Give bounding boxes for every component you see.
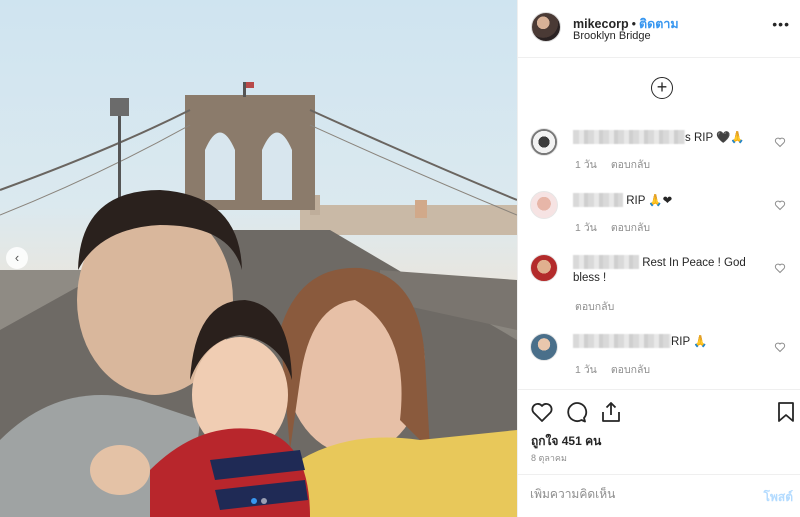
post-date: 8 ตุลาคม [531,453,567,463]
redacted-username [573,130,685,144]
comment-text: Rest In Peace ! God bless ! [573,255,768,286]
post-comment-button[interactable]: โพสต์ [764,488,793,507]
author-avatar[interactable] [531,12,561,42]
comment-text: RIP 🙏 [573,334,768,350]
like-comment-heart-icon[interactable] [774,199,786,211]
redacted-username [573,193,623,207]
like-comment-heart-icon[interactable] [774,262,786,274]
follow-button[interactable]: ติดตาม [639,17,679,31]
comment-meta: 1 วัน ตอบกลับ [575,156,664,173]
heart-icon[interactable] [530,400,554,424]
post-actions: ถูกใจ 451 คน 8 ตุลาคม [518,389,800,469]
carousel-dots [251,498,267,504]
comment-icon[interactable] [564,400,588,424]
like-comment-heart-icon[interactable] [774,341,786,353]
post-side-panel: mikecorp • ติดตาม Brooklyn Bridge ••• + s … [517,0,800,517]
post-photo: ‹ [0,0,517,517]
comment-time[interactable]: 1 วัน [575,159,597,171]
comment-body: RIP 🙏❤ [623,195,673,207]
carousel-prev-button[interactable]: ‹ [6,247,28,269]
like-comment-heart-icon[interactable] [774,136,786,148]
comment-text: s RIP 🖤🙏 [573,130,768,146]
share-icon[interactable] [599,400,623,424]
bookmark-icon[interactable] [774,400,798,424]
commenter-avatar[interactable] [530,333,558,361]
brooklyn-bridge-selfie-photo [0,82,517,517]
carousel-dot-2 [261,498,267,504]
load-more-comments-button[interactable]: + [651,77,673,99]
commenter-avatar[interactable] [530,128,558,156]
add-comment-bar: โพสต์ [518,474,800,517]
redacted-username [573,334,671,348]
author-username[interactable]: mikecorp [573,17,629,31]
comment-meta: 1 วัน ตอบกลับ [575,219,664,236]
reply-button[interactable]: ตอบกลับ [611,364,650,376]
commenter-avatar[interactable] [530,254,558,282]
separator-dot: • [631,17,636,31]
more-horizontal-icon[interactable]: ••• [772,16,790,32]
post-header: mikecorp • ติดตาม Brooklyn Bridge ••• [518,0,800,58]
comment-time[interactable]: 1 วัน [575,222,597,234]
post-location[interactable]: Brooklyn Bridge [573,30,651,42]
reply-button[interactable]: ตอบกลับ [611,222,650,234]
comment-meta: 1 วัน ตอบกลับ [575,361,664,378]
redacted-username [573,255,639,269]
carousel-dot-1 [251,498,257,504]
reply-button[interactable]: ตอบกลับ [575,301,614,313]
comment-text: RIP 🙏❤ [573,193,768,209]
likes-count[interactable]: ถูกใจ 451 คน [531,432,601,451]
commenter-avatar[interactable] [530,191,558,219]
comment-body: RIP 🙏 [671,336,708,348]
comment-time[interactable]: 1 วัน [575,364,597,376]
add-comment-input[interactable] [530,487,730,501]
reply-button[interactable]: ตอบกลับ [611,159,650,171]
comment-meta: ตอบกลับ [575,298,628,315]
comment-body: s RIP 🖤🙏 [685,132,745,144]
